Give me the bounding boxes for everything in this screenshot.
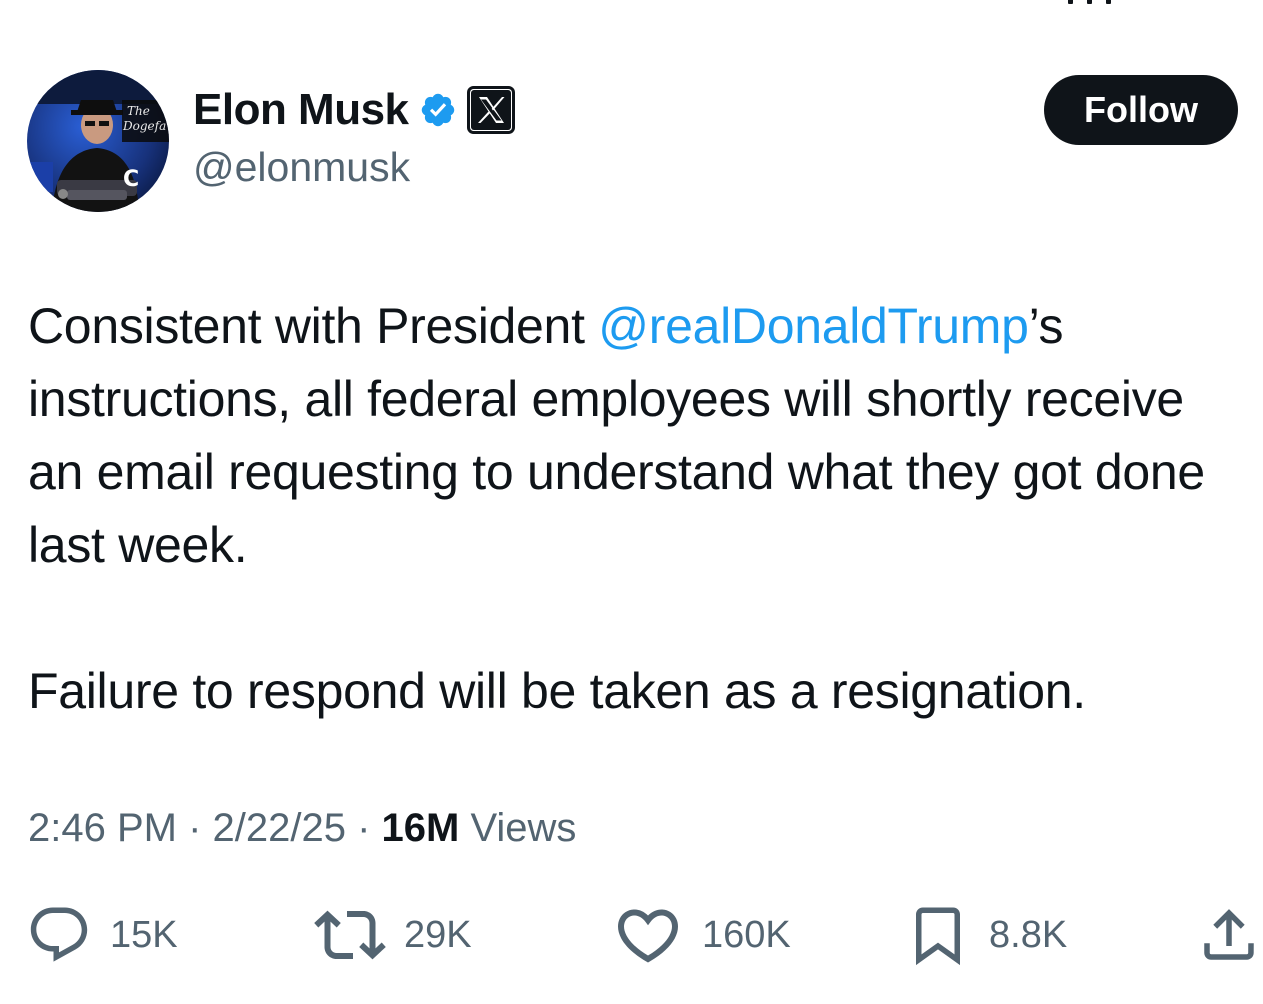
share-icon	[1204, 909, 1254, 960]
verified-badge-icon[interactable]	[419, 91, 457, 129]
tweet-date[interactable]: 2/22/25	[213, 806, 346, 850]
more-options-icon[interactable]	[1068, 0, 1111, 4]
author-display-name[interactable]: Elon Musk	[193, 85, 409, 135]
avatar[interactable]: The Dogefa C	[27, 70, 169, 212]
follow-button[interactable]: Follow	[1044, 75, 1238, 145]
repost-icon	[314, 910, 386, 960]
bookmark-count: 8.8K	[989, 913, 1068, 956]
reply-icon	[30, 907, 88, 962]
views-label: Views	[459, 806, 577, 850]
repost-button[interactable]: 29K	[314, 900, 472, 970]
like-button[interactable]: 160K	[612, 900, 791, 970]
like-count: 160K	[702, 913, 791, 956]
x-logo-icon[interactable]	[466, 86, 515, 134]
tweet-paragraph-2: Failure to respond will be taken as a re…	[28, 663, 1086, 719]
reply-button[interactable]: 15K	[26, 900, 178, 970]
share-button[interactable]	[1196, 900, 1262, 970]
reply-count: 15K	[110, 913, 178, 956]
heart-icon	[617, 909, 679, 963]
mention-link[interactable]: @realDonaldTrump	[598, 298, 1029, 354]
svg-text:Dogefa: Dogefa	[122, 119, 166, 133]
svg-text:The: The	[127, 104, 150, 118]
repost-count: 29K	[404, 913, 472, 956]
meta-separator: ·	[176, 806, 213, 850]
author-handle[interactable]: @elonmusk	[193, 144, 410, 191]
bookmark-button[interactable]: 8.8K	[905, 900, 1067, 970]
bookmark-icon	[916, 907, 960, 966]
meta-separator: ·	[345, 806, 382, 850]
action-bar: 15K 29K 160K 8.8K	[0, 900, 1263, 970]
tweet-text: Consistent with President @realDonaldTru…	[28, 290, 1238, 728]
tweet-meta: 2:46 PM · 2/22/25 · 16M Views	[28, 806, 576, 851]
tweet-text-before-mention: Consistent with President	[28, 298, 599, 354]
views-count: 16M	[381, 806, 460, 850]
svg-text:C: C	[123, 167, 139, 192]
tweet-time[interactable]: 2:46 PM	[28, 806, 177, 850]
tweet-paragraph-1: Consistent with President @realDonaldTru…	[28, 290, 1238, 582]
